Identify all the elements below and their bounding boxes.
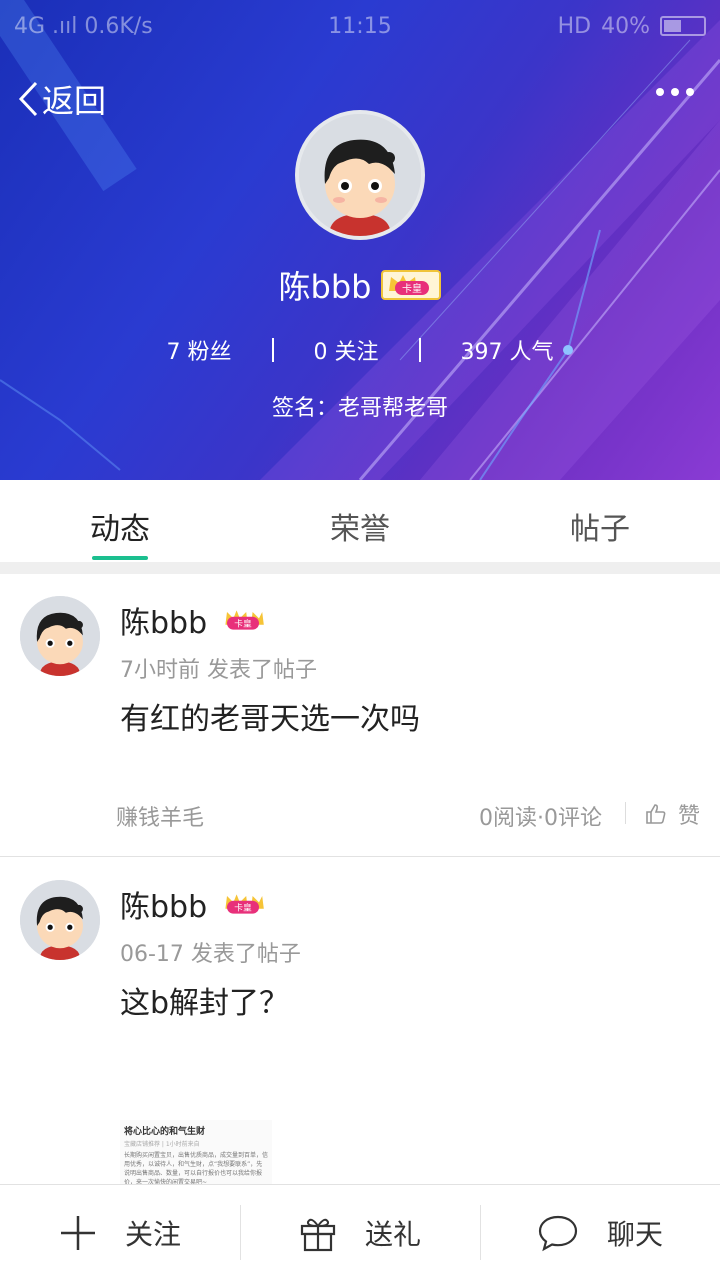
footer-divider <box>625 802 626 824</box>
profile-tabs: 动态 荣誉 帖子 <box>0 480 720 562</box>
thumbs-up-icon <box>646 804 666 824</box>
back-button[interactable]: 返回 <box>18 76 106 122</box>
popularity-count: 397 人气 <box>460 340 554 365</box>
section-divider <box>0 562 720 574</box>
profile-header: 4G .ııl 0.6K/s 11:15 HD 40% 返回 陈bbb 卡皇 7… <box>0 0 720 480</box>
post-author[interactable]: 陈bbb 卡皇 <box>120 598 267 642</box>
post-avatar[interactable] <box>20 880 100 960</box>
chat-bubble-icon <box>538 1215 578 1251</box>
post-content[interactable]: 有红的老哥天选一次吗 <box>120 694 420 738</box>
profile-avatar[interactable] <box>295 110 425 240</box>
dot-icon <box>686 88 694 96</box>
thumbnail-subtitle: 宝藏店铺推荐 | 1小时前来自 <box>124 1141 200 1148</box>
status-bar: 4G .ııl 0.6K/s 11:15 HD 40% <box>0 0 720 52</box>
avatar-illustration <box>20 880 100 960</box>
hd-indicator: HD <box>557 13 592 39</box>
follow-button[interactable]: 关注 <box>0 1185 240 1280</box>
post-username: 陈bbb <box>120 890 208 925</box>
avatar-illustration <box>299 114 421 236</box>
profile-page: 4G .ııl 0.6K/s 11:15 HD 40% 返回 陈bbb 卡皇 7… <box>0 0 720 1280</box>
thumbnail-body: 长期购买闲置宝贝，出售优质商品，成交量到百单，信用优秀，以诚待人，和气生财，点“… <box>124 1152 269 1184</box>
plus-icon <box>60 1215 95 1250</box>
profile-stats: 7 粉丝 0 关注 397 人气 <box>0 334 720 366</box>
badge-text: 卡皇 <box>234 901 252 913</box>
chevron-left-icon <box>18 81 38 117</box>
post-avatar[interactable] <box>20 596 100 676</box>
feed-post[interactable]: 陈bbb 卡皇 7小时前 发表了帖子 有红的老哥天选一次吗 赚钱羊毛 0阅读·0… <box>0 574 720 856</box>
post-category-tag[interactable]: 赚钱羊毛 <box>116 800 204 832</box>
dot-icon <box>656 88 664 96</box>
dot-icon <box>671 88 679 96</box>
crown-badge-icon: 卡皇 <box>219 891 267 917</box>
post-author[interactable]: 陈bbb 卡皇 <box>120 882 267 926</box>
tab-honors[interactable]: 荣誉 <box>240 480 480 562</box>
fans-count[interactable]: 7 粉丝 <box>127 334 272 366</box>
tab-posts[interactable]: 帖子 <box>480 480 720 562</box>
gift-icon <box>300 1218 336 1251</box>
tab-activity[interactable]: 动态 <box>0 480 240 562</box>
bottom-action-bar: 关注 送礼 聊天 <box>0 1184 720 1280</box>
post-username: 陈bbb <box>120 606 208 641</box>
battery-icon <box>660 16 706 36</box>
badge-text: 卡皇 <box>402 282 422 295</box>
post-read-comment-count: 0阅读·0评论 <box>479 806 602 831</box>
post-meta: 06-17 发表了帖子 <box>120 942 301 967</box>
post-meta: 7小时前 发表了帖子 <box>120 658 317 683</box>
gift-button[interactable]: 送礼 <box>240 1185 480 1280</box>
chat-button[interactable]: 聊天 <box>480 1185 720 1280</box>
post-footer: 赚钱羊毛 0阅读·0评论 赞 <box>0 796 720 836</box>
profile-signature: 签名：老哥帮老哥 <box>271 396 448 421</box>
follow-count[interactable]: 0 关注 <box>274 334 419 366</box>
profile-name-row: 陈bbb 卡皇 <box>0 262 720 308</box>
chat-label: 聊天 <box>606 1217 663 1251</box>
status-network: 4G .ııl 0.6K/s <box>14 13 153 39</box>
like-button[interactable]: 赞 <box>644 798 700 830</box>
post-image-thumbnail[interactable]: 将心比心的和气生财 宝藏店铺推荐 | 1小时前来自 长期购买闲置宝贝，出售优质商… <box>120 1120 272 1184</box>
follow-label: 关注 <box>124 1217 181 1251</box>
feed-post[interactable]: 陈bbb 卡皇 06-17 发表了帖子 这b解封了？ <box>0 857 720 1184</box>
more-options-button[interactable] <box>656 88 694 96</box>
badge-text: 卡皇 <box>234 617 252 629</box>
gift-label: 送礼 <box>364 1217 421 1251</box>
crown-badge-icon: 卡皇 <box>219 607 267 633</box>
back-label: 返回 <box>42 82 107 120</box>
post-content[interactable]: 这b解封了？ <box>120 978 289 1022</box>
battery-percent: 40% <box>601 13 650 39</box>
status-right: HD 40% <box>558 14 706 39</box>
crown-badge-icon: 卡皇 <box>381 269 442 301</box>
profile-username: 陈bbb <box>278 268 372 306</box>
avatar-illustration <box>20 596 100 676</box>
thumbnail-title: 将心比心的和气生财 <box>124 1127 206 1137</box>
like-label: 赞 <box>677 804 700 829</box>
